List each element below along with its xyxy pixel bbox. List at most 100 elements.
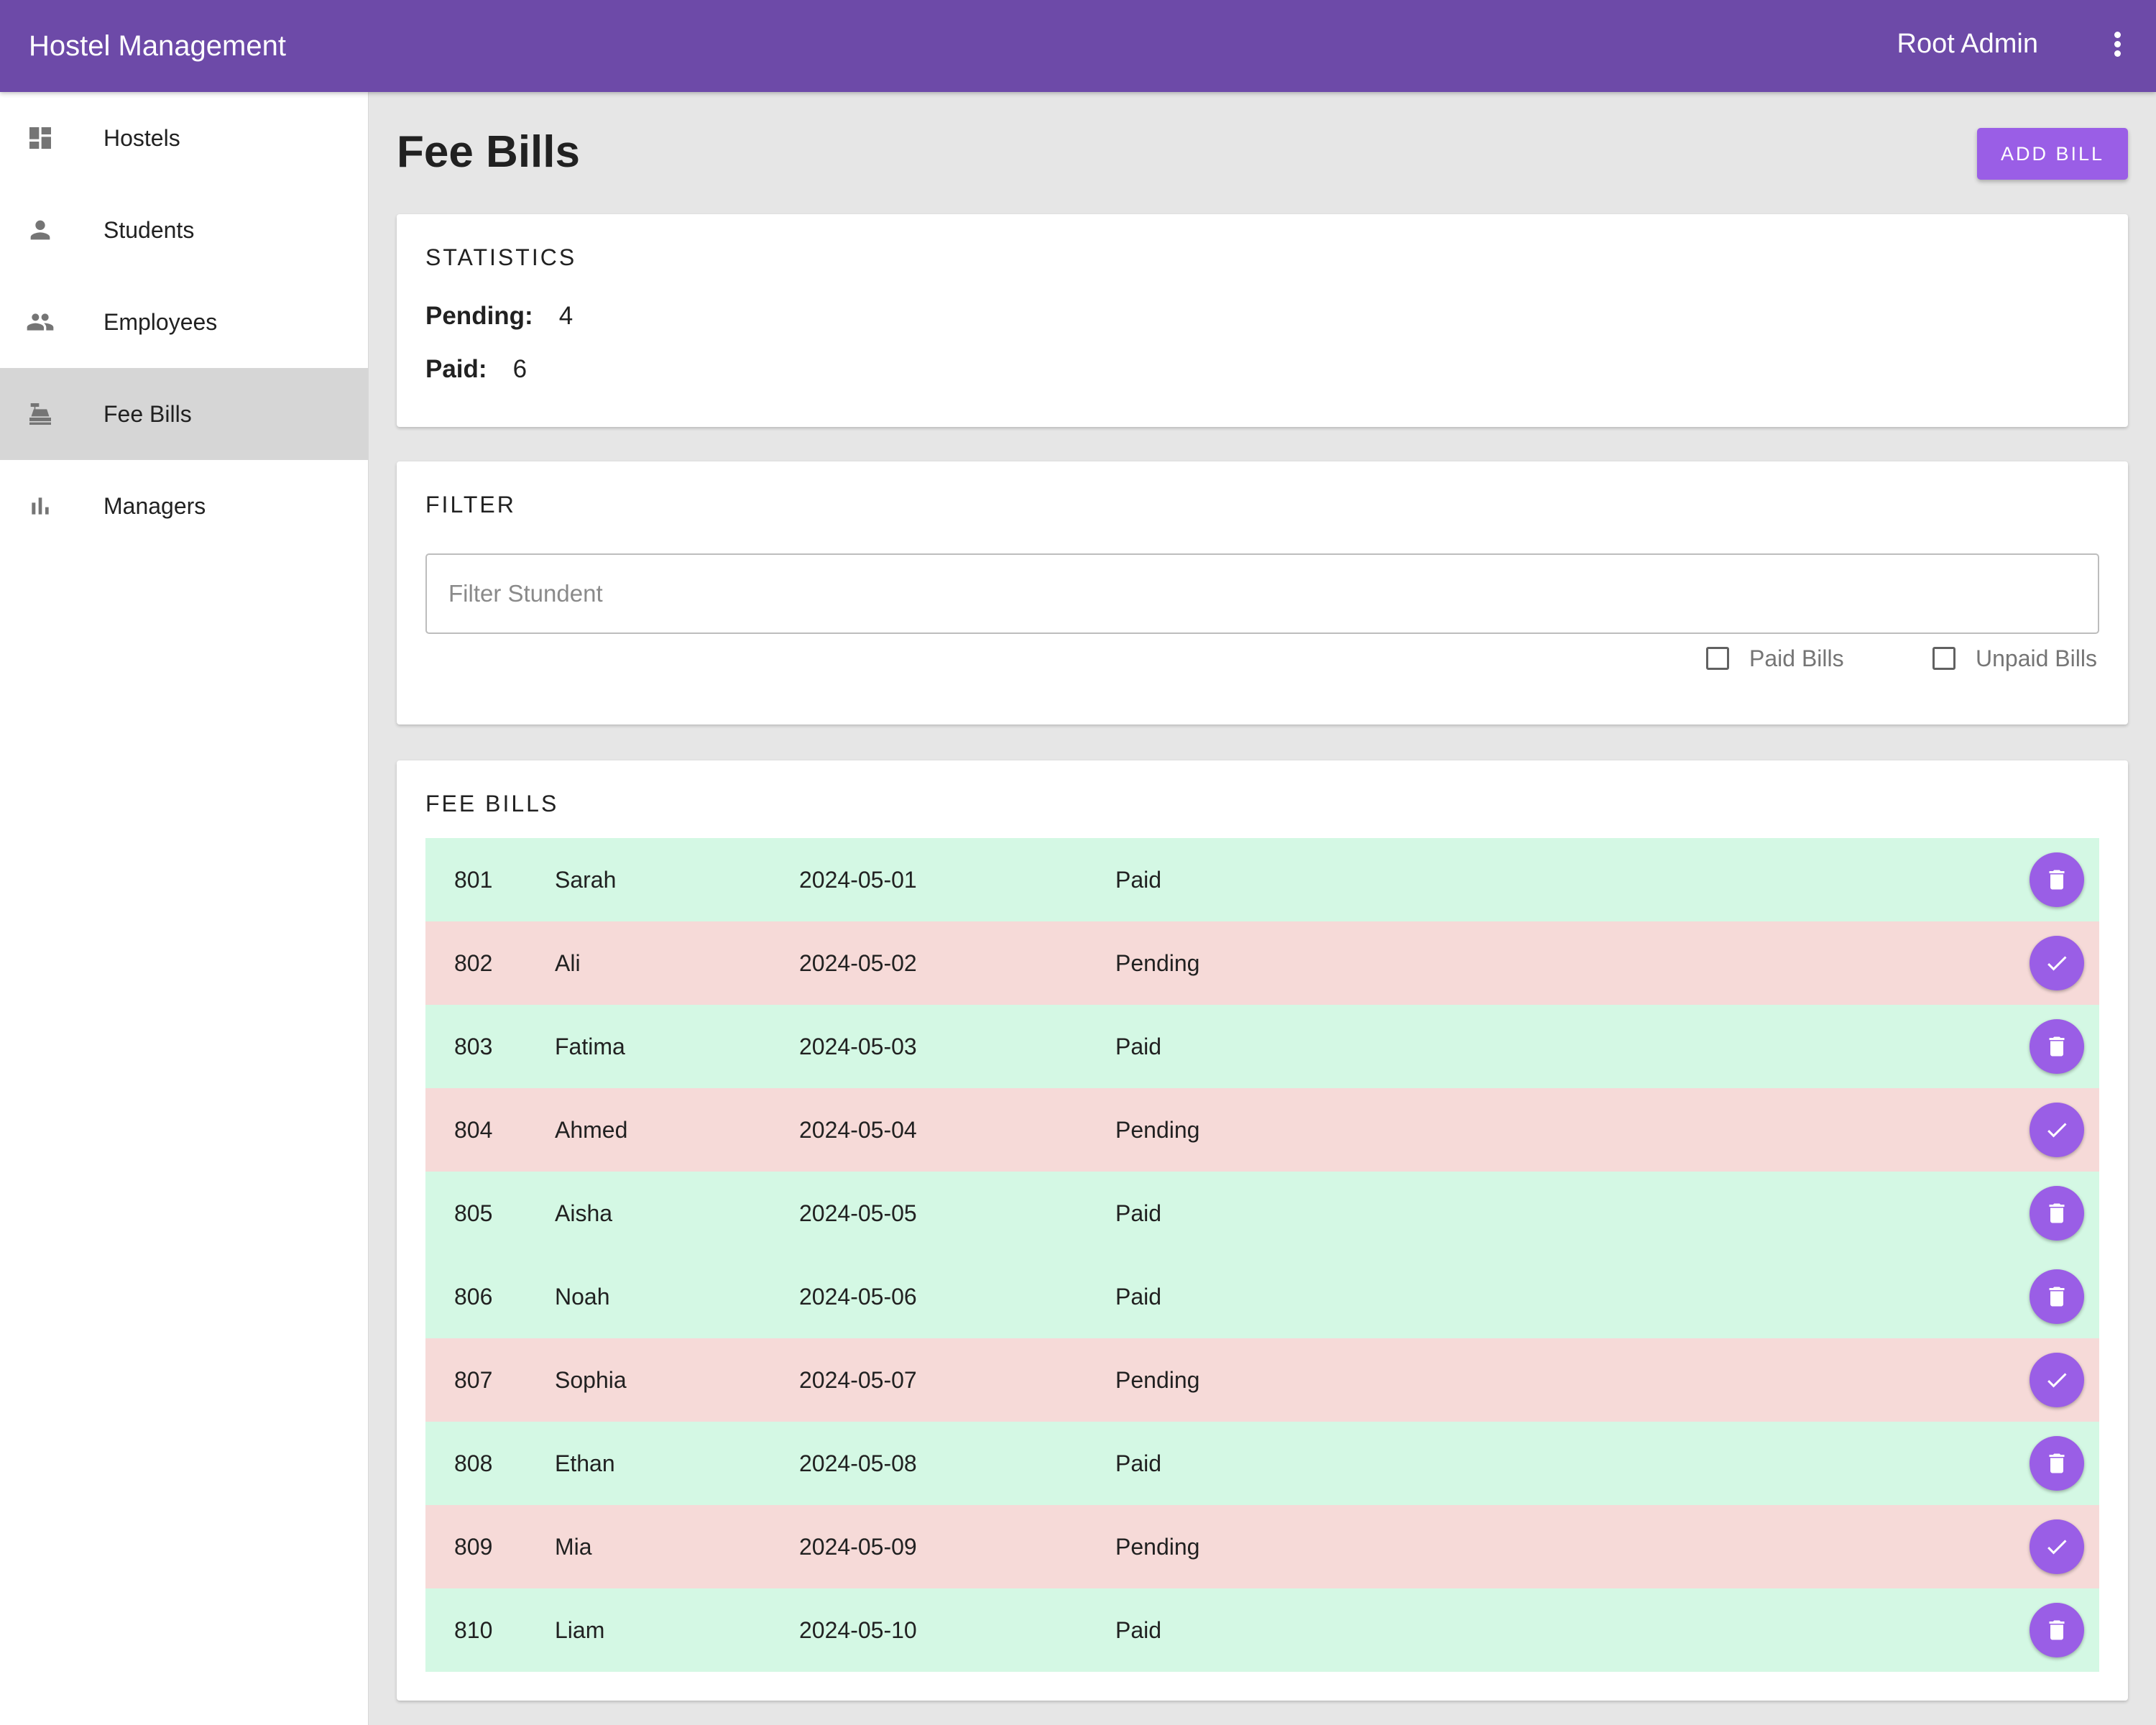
mark-paid-button[interactable] <box>2030 1103 2084 1157</box>
table-row: 805 Aisha 2024-05-05 Paid <box>425 1172 2099 1255</box>
delete-icon <box>2049 1620 2065 1640</box>
table-row: 801 Sarah 2024-05-01 Paid <box>425 838 2099 921</box>
check-icon <box>2047 1540 2067 1555</box>
user-name[interactable]: Root Admin <box>1897 0 2038 88</box>
sidebar-item-employees[interactable]: Employees <box>0 276 368 368</box>
cash-register-icon <box>29 403 51 425</box>
sidebar-item-hostels[interactable]: Hostels <box>0 92 368 184</box>
bill-id: 810 <box>454 1617 493 1643</box>
bill-id: 807 <box>454 1367 493 1393</box>
student-name: Ethan <box>555 1450 615 1476</box>
delete-icon <box>2049 870 2065 890</box>
check-icon <box>2047 956 2067 971</box>
bill-id: 805 <box>454 1200 493 1226</box>
bill-date: 2024-05-05 <box>799 1200 917 1226</box>
bill-date: 2024-05-10 <box>799 1617 917 1643</box>
sidebar-item-label: Employees <box>103 309 218 335</box>
checkbox-label: Paid Bills <box>1749 645 1844 671</box>
bill-date: 2024-05-04 <box>799 1117 917 1143</box>
student-name: Ahmed <box>555 1117 628 1143</box>
checkbox-box[interactable] <box>1932 647 1955 670</box>
sidebar-item-label: Managers <box>103 493 206 519</box>
statistics-card: STATISTICS Pending: 4 Paid: 6 <box>397 214 2128 427</box>
delete-icon <box>2049 1036 2065 1057</box>
sidebar-item-students[interactable]: Students <box>0 184 368 276</box>
delete-bill-button[interactable] <box>2030 1269 2084 1324</box>
stat-paid-label: Paid: <box>425 355 487 383</box>
fee-bills-heading: FEE BILLS <box>425 791 559 816</box>
stat-pending-label: Pending: <box>425 302 533 330</box>
delete-icon <box>2049 1287 2065 1307</box>
bill-date: 2024-05-03 <box>799 1034 917 1059</box>
people-icon <box>27 313 54 331</box>
delete-icon <box>2049 1453 2065 1473</box>
sidebar-item-managers[interactable]: Managers <box>0 460 368 552</box>
mark-paid-button[interactable] <box>2030 936 2084 990</box>
table-row: 804 Ahmed 2024-05-04 Pending <box>425 1088 2099 1172</box>
person-icon <box>30 220 50 240</box>
bill-status: Paid <box>1115 1034 1162 1059</box>
page-title: Fee Bills <box>397 127 580 177</box>
table-row: 806 Noah 2024-05-06 Paid <box>425 1255 2099 1338</box>
more-vert-icon[interactable] <box>2103 29 2132 63</box>
bill-status: Paid <box>1115 1200 1162 1226</box>
dashboard-icon <box>29 127 51 149</box>
bill-id: 801 <box>454 867 493 893</box>
table-row: 809 Mia 2024-05-09 Pending <box>425 1505 2099 1588</box>
bill-status: Paid <box>1115 1617 1162 1643</box>
mark-paid-button[interactable] <box>2030 1519 2084 1574</box>
sidebar-item-label: Students <box>103 217 195 243</box>
bill-id: 804 <box>454 1117 493 1143</box>
bill-status: Paid <box>1115 1450 1162 1476</box>
sidebar-item-label: Hostels <box>103 125 180 151</box>
bill-date: 2024-05-07 <box>799 1367 917 1393</box>
student-name: Sophia <box>555 1367 627 1393</box>
delete-icon <box>2049 1203 2065 1223</box>
delete-bill-button[interactable] <box>2030 852 2084 907</box>
table-row: 808 Ethan 2024-05-08 Paid <box>425 1422 2099 1505</box>
statistics-heading: STATISTICS <box>425 244 577 270</box>
check-icon <box>2047 1373 2067 1388</box>
checkbox-label: Unpaid Bills <box>1976 645 2097 671</box>
bill-id: 809 <box>454 1534 493 1560</box>
student-name: Aisha <box>555 1200 613 1226</box>
unpaid-bills-checkbox[interactable]: Unpaid Bills <box>1932 643 2105 677</box>
bill-date: 2024-05-02 <box>799 950 917 976</box>
filter-card: FILTER Paid Bills Unpaid Bills <box>397 461 2128 724</box>
table-row: 803 Fatima 2024-05-03 Paid <box>425 1005 2099 1088</box>
bill-status: Pending <box>1115 950 1200 976</box>
filter-student-input[interactable] <box>425 553 2099 634</box>
table-row: 810 Liam 2024-05-10 Paid <box>425 1588 2099 1672</box>
student-name: Ali <box>555 950 581 976</box>
student-name: Fatima <box>555 1034 625 1059</box>
student-name: Sarah <box>555 867 617 893</box>
app-title: Hostel Management <box>29 30 286 62</box>
delete-bill-button[interactable] <box>2030 1603 2084 1657</box>
delete-bill-button[interactable] <box>2030 1186 2084 1241</box>
sidebar-item-fee-bills[interactable]: Fee Bills <box>0 368 368 460</box>
stat-pending-value: 4 <box>558 302 573 330</box>
bill-id: 803 <box>454 1034 493 1059</box>
bill-id: 806 <box>454 1284 493 1310</box>
sidebar: Hostels Students Employees Fee Bills Man… <box>0 92 369 1725</box>
menu-dot <box>2114 41 2121 47</box>
check-icon <box>2047 1123 2067 1138</box>
bill-date: 2024-05-06 <box>799 1284 917 1310</box>
delete-bill-button[interactable] <box>2030 1019 2084 1074</box>
bill-status: Pending <box>1115 1367 1200 1393</box>
bill-status: Paid <box>1115 1284 1162 1310</box>
menu-dot <box>2114 50 2121 57</box>
checkbox-box[interactable] <box>1706 647 1729 670</box>
paid-bills-checkbox[interactable]: Paid Bills <box>1706 643 1879 677</box>
app-bar: Hostel Management Root Admin <box>0 0 2156 92</box>
bill-date: 2024-05-09 <box>799 1534 917 1560</box>
mark-paid-button[interactable] <box>2030 1353 2084 1407</box>
stat-pending: Pending: 4 <box>425 300 573 332</box>
student-name: Liam <box>555 1617 605 1643</box>
add-bill-button[interactable]: ADD BILL <box>1977 128 2128 180</box>
delete-bill-button[interactable] <box>2030 1436 2084 1491</box>
filter-heading: FILTER <box>425 492 516 518</box>
stat-paid: Paid: 6 <box>425 354 527 385</box>
bill-id: 802 <box>454 950 493 976</box>
sidebar-item-label: Fee Bills <box>103 401 192 427</box>
